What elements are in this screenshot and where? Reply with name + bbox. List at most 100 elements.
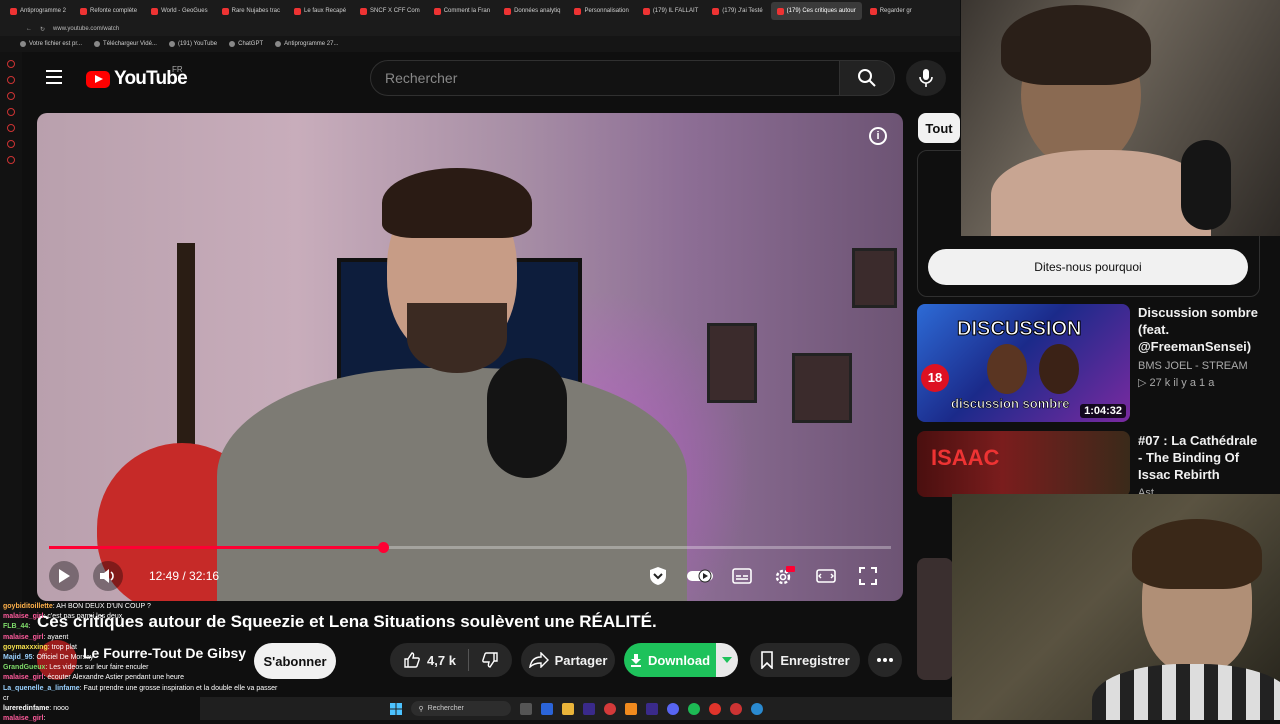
bookmark-item[interactable]: (191) YouTube bbox=[168, 41, 218, 47]
browser-tab[interactable]: Refonte complète bbox=[74, 2, 143, 20]
menu-icon[interactable] bbox=[46, 70, 62, 84]
shield-icon bbox=[650, 567, 666, 585]
bookmark-icon bbox=[229, 41, 236, 47]
tab-favicon-icon bbox=[776, 7, 784, 15]
bookmark-label: (191) YouTube bbox=[177, 41, 218, 47]
share-label: Partager bbox=[554, 652, 608, 668]
bookmark-item[interactable]: Votre fichier est pr... bbox=[20, 41, 82, 47]
search-input[interactable] bbox=[371, 61, 839, 95]
app-icon[interactable] bbox=[624, 702, 637, 715]
like-button[interactable]: 4,7 k bbox=[403, 651, 456, 669]
sponsorblock-button[interactable] bbox=[645, 561, 671, 591]
fullscreen-button[interactable] bbox=[855, 561, 881, 591]
opera-icon[interactable] bbox=[603, 702, 616, 715]
webcam-person-hair bbox=[1001, 5, 1151, 85]
taskbar-search[interactable]: ⚲ Rechercher bbox=[410, 701, 511, 716]
gear-icon bbox=[775, 566, 795, 585]
recommendation-title[interactable]: Discussion sombre (feat. @FreemanSensei) bbox=[1138, 304, 1258, 355]
time-display: 12:49 / 32:16 bbox=[149, 569, 220, 583]
autoplay-toggle[interactable] bbox=[685, 561, 715, 591]
search-button[interactable] bbox=[839, 60, 895, 96]
browser-tab[interactable]: (179) Ces critiques autour bbox=[770, 2, 862, 20]
chevron-down-icon bbox=[722, 657, 732, 663]
share-button[interactable]: Partager bbox=[521, 643, 615, 677]
progress-bar[interactable] bbox=[49, 542, 891, 553]
tab-label: Comment la Fran bbox=[443, 8, 491, 14]
download-options-button[interactable] bbox=[716, 643, 738, 677]
file-explorer-icon[interactable] bbox=[561, 702, 574, 715]
webcam-overlay-top bbox=[961, 0, 1280, 236]
play-button[interactable] bbox=[49, 561, 79, 591]
chat-username: Majid_95 bbox=[3, 654, 33, 662]
chip-all[interactable]: Tout bbox=[918, 113, 960, 143]
chat-message: malaise_girl: ayaent bbox=[3, 633, 69, 641]
browser-tab[interactable]: Rare Nujabes trac bbox=[216, 2, 286, 20]
bookmark-item[interactable]: Antiprogramme 27... bbox=[275, 41, 338, 47]
thumbnail-face bbox=[1039, 344, 1079, 394]
bookmark-item[interactable]: Téléchargeur Vidé... bbox=[94, 41, 157, 47]
thumb-down-icon[interactable] bbox=[481, 651, 499, 669]
theater-mode-button[interactable] bbox=[813, 561, 839, 591]
browser-tab[interactable]: Regarder gr bbox=[864, 2, 918, 20]
recommendation-thumbnail[interactable] bbox=[917, 558, 953, 680]
task-view-icon[interactable] bbox=[519, 702, 532, 715]
studio-microphone bbox=[487, 358, 567, 478]
reload-icon[interactable]: ↻ bbox=[40, 26, 45, 33]
recommendation-thumbnail[interactable]: DISCUSSION 18 discussion sombre 1:04:32 bbox=[917, 304, 1130, 422]
browser-tab[interactable]: (179) IL FALLAIT bbox=[637, 2, 704, 20]
tab-label: (179) J'ai Testé bbox=[722, 8, 763, 14]
tab-favicon-icon bbox=[504, 7, 512, 15]
webcam-microphone bbox=[1181, 140, 1231, 230]
windows-start-icon[interactable] bbox=[389, 702, 402, 715]
browser-tab[interactable]: Personnalisation bbox=[568, 2, 634, 20]
chat-text: ayaent bbox=[47, 633, 69, 641]
premiere-icon[interactable] bbox=[582, 702, 595, 715]
back-icon[interactable]: ← bbox=[26, 26, 32, 32]
tab-favicon-icon bbox=[869, 7, 877, 15]
photoshop-icon[interactable] bbox=[540, 702, 553, 715]
tab-favicon-icon bbox=[433, 7, 441, 15]
more-actions-button[interactable] bbox=[868, 643, 902, 677]
download-label: Download bbox=[647, 652, 711, 668]
feedback-button[interactable]: Dites-nous pourquoi bbox=[928, 249, 1248, 285]
browser-tab[interactable]: World - GeoGues bbox=[145, 2, 214, 20]
fullscreen-icon bbox=[859, 567, 877, 585]
microphone-icon bbox=[919, 69, 933, 87]
app-icon[interactable] bbox=[708, 702, 721, 715]
url-text[interactable]: www.youtube.com/watch bbox=[53, 26, 119, 32]
browser-tab[interactable]: Antiprogramme 2 bbox=[4, 2, 72, 20]
bookmark-label: Antiprogramme 27... bbox=[284, 41, 339, 47]
app-icon[interactable] bbox=[750, 702, 763, 715]
recommendation-thumbnail[interactable]: ISAAC bbox=[917, 431, 1130, 497]
browser-tab[interactable]: Comment la Fran bbox=[428, 2, 496, 20]
premiere-icon[interactable] bbox=[645, 702, 658, 715]
chat-message: malaise_girl: c'est pas parmi les deux bbox=[3, 613, 123, 621]
browser-tab[interactable]: SNCF X CFF Com bbox=[354, 2, 426, 20]
voice-search-button[interactable] bbox=[906, 60, 946, 96]
recommendation-title[interactable]: #07 : La Cathédrale - The Binding Of Iss… bbox=[1138, 432, 1258, 483]
browser-tab[interactable]: Le faux Recapé bbox=[288, 2, 352, 20]
search-box[interactable] bbox=[370, 60, 840, 96]
play-icon bbox=[59, 569, 70, 583]
browser-tab[interactable]: (179) J'ai Testé bbox=[706, 2, 768, 20]
download-button[interactable]: Download bbox=[624, 643, 716, 677]
address-bar[interactable]: ← ↻ www.youtube.com/watch bbox=[0, 22, 960, 36]
discord-icon[interactable] bbox=[666, 702, 679, 715]
thumb-up-icon bbox=[404, 652, 420, 668]
recommendation-channel[interactable]: BMS JOEL - STREAM bbox=[1138, 359, 1248, 374]
tab-favicon-icon bbox=[151, 7, 159, 15]
age-rating-badge: 18 bbox=[921, 364, 949, 392]
info-icon[interactable]: i bbox=[869, 127, 887, 145]
spotify-icon[interactable] bbox=[687, 702, 700, 715]
person-beard bbox=[407, 303, 507, 373]
volume-button[interactable] bbox=[93, 561, 123, 591]
bookmark-item[interactable]: ChatGPT bbox=[229, 41, 263, 47]
save-button[interactable]: Enregistrer bbox=[750, 643, 860, 677]
app-icon[interactable] bbox=[729, 702, 742, 715]
chat-username: lureredinfame bbox=[3, 705, 50, 713]
browser-tab[interactable]: Données analytiq bbox=[498, 2, 566, 20]
toggle-icon bbox=[687, 569, 713, 583]
subtitles-button[interactable] bbox=[729, 561, 755, 591]
video-player[interactable]: i 12:49 / 32:16 bbox=[37, 113, 903, 601]
settings-button[interactable] bbox=[771, 561, 797, 591]
